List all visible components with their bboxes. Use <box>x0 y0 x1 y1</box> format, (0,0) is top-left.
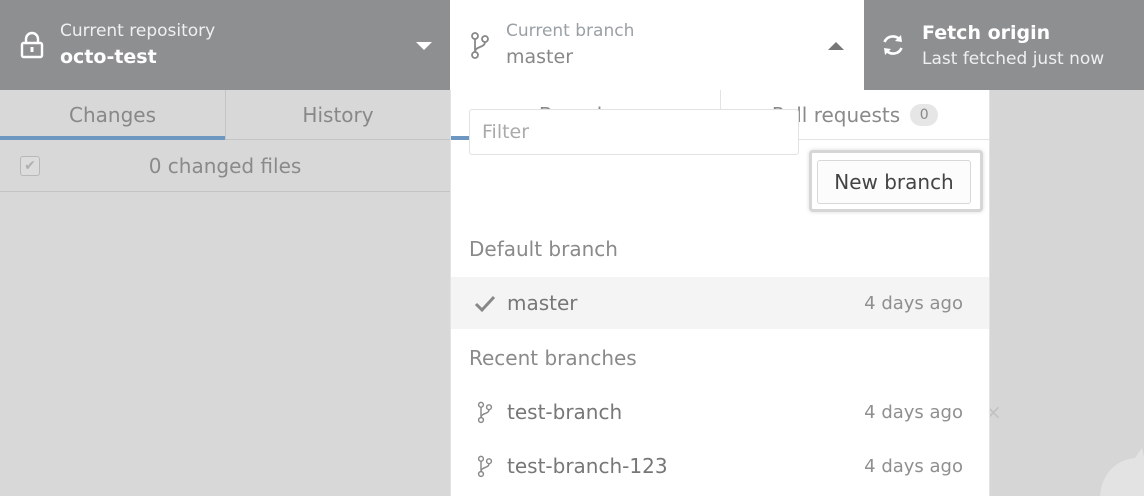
branch-name: test-branch-123 <box>507 454 668 478</box>
lock-icon <box>20 31 44 59</box>
current-branch-button[interactable]: Current branch master <box>450 0 864 90</box>
branch-item-master[interactable]: master 4 days ago <box>451 277 989 329</box>
branch-item-test-branch[interactable]: test-branch 4 days ago <box>451 386 989 438</box>
git-branch-icon <box>477 401 493 424</box>
sync-icon <box>883 35 903 55</box>
current-repository-label: Current repository <box>60 21 216 41</box>
last-fetched-text: Last fetched just now <box>922 49 1105 69</box>
current-branch-name: master <box>506 46 574 68</box>
new-branch-button[interactable]: New branch <box>817 160 971 204</box>
pull-requests-count-badge: 0 <box>910 103 939 126</box>
chevron-down-icon <box>416 42 432 50</box>
changes-sidebar: Changes History ✔ 0 changed files <box>0 90 450 496</box>
branch-item-test-branch-123[interactable]: test-branch-123 4 days ago <box>451 440 989 492</box>
git-branch-icon <box>477 455 493 478</box>
check-icon <box>474 295 496 313</box>
fetch-origin-title: Fetch origin <box>922 22 1051 44</box>
octocat-illustration-icon <box>1100 448 1144 496</box>
branch-updated-time: 4 days ago <box>864 455 963 477</box>
fetch-origin-button[interactable]: Fetch origin Last fetched just now <box>864 0 1144 90</box>
select-all-checkbox[interactable]: ✔ <box>20 156 40 176</box>
current-repository-button[interactable]: Current repository octo-test <box>0 0 450 90</box>
branch-name: master <box>507 291 578 315</box>
tab-history[interactable]: History <box>225 90 450 139</box>
toolbar: Current repository octo-test Current bra… <box>0 0 1144 90</box>
branch-name: test-branch <box>507 400 623 424</box>
main-area-background <box>990 90 1144 496</box>
current-repository-name: octo-test <box>60 46 157 68</box>
branch-updated-time: 4 days ago <box>864 401 963 423</box>
sidebar-tabs: Changes History <box>0 90 450 140</box>
recent-branches-heading: Recent branches <box>469 346 637 370</box>
tab-changes[interactable]: Changes <box>0 90 225 140</box>
branch-filter-input[interactable] <box>469 109 799 155</box>
changed-files-header: ✔ 0 changed files <box>0 140 450 192</box>
changed-files-count: 0 changed files <box>148 153 302 178</box>
git-branch-icon <box>471 32 489 59</box>
chevron-up-icon <box>828 42 844 50</box>
current-branch-label: Current branch <box>506 21 635 41</box>
branch-updated-time: 4 days ago <box>864 292 963 314</box>
branch-dropdown: Branches Pull requests 0 New branch Defa… <box>450 90 990 496</box>
default-branch-heading: Default branch <box>469 237 618 261</box>
